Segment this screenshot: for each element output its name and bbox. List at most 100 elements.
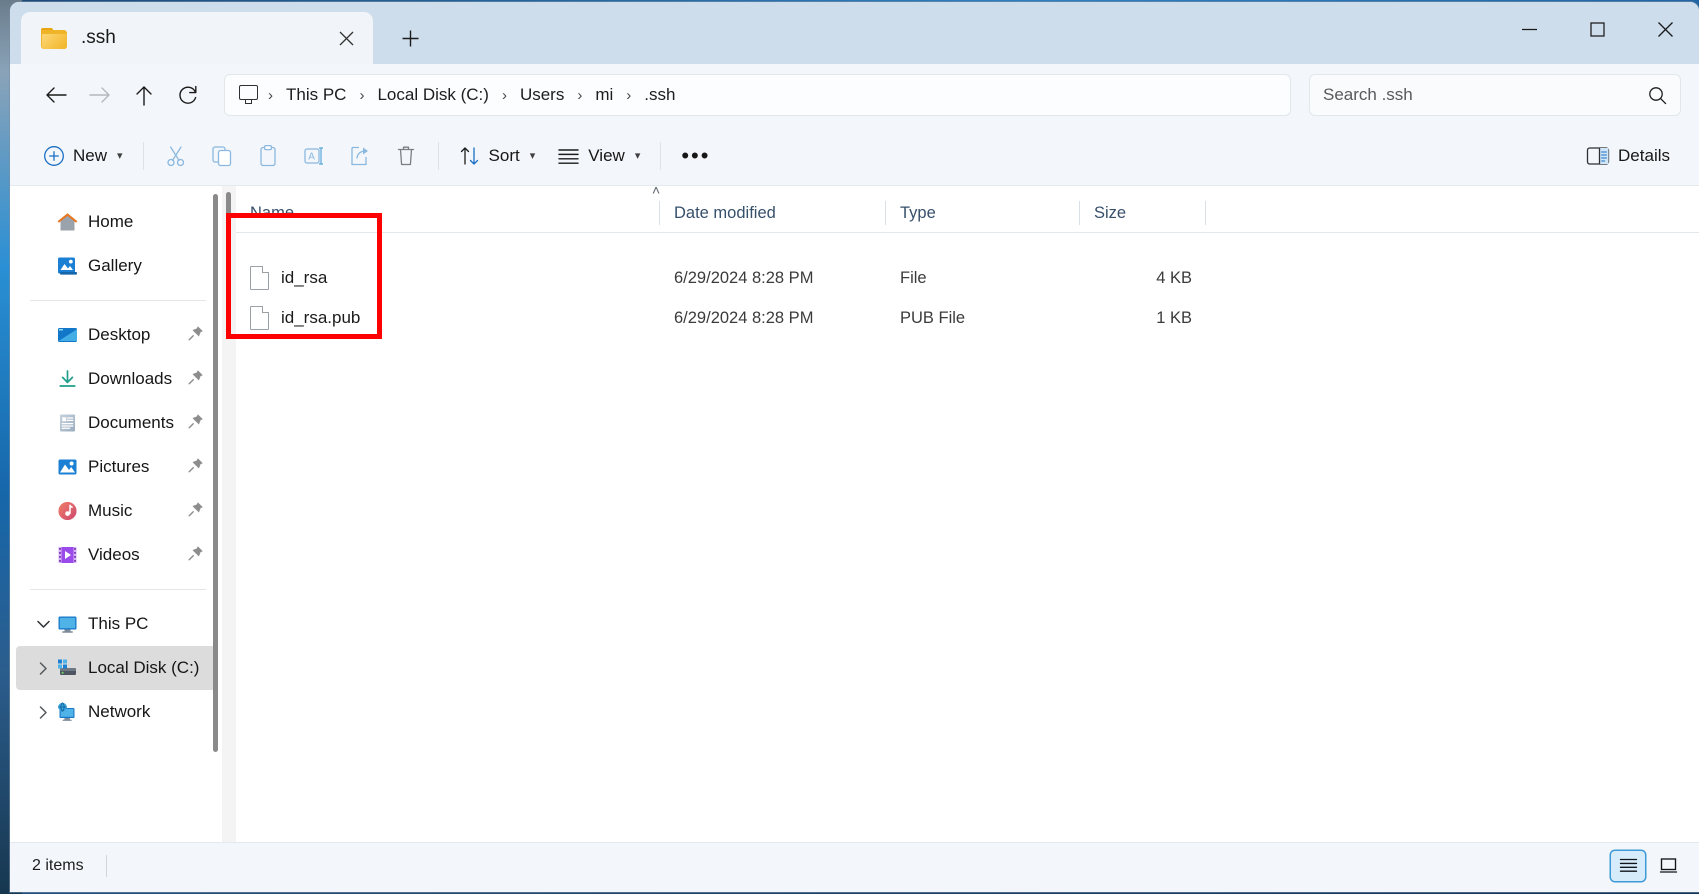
sidebar-item-network[interactable]: Network <box>16 690 216 734</box>
chevron-right-icon[interactable] <box>32 661 54 675</box>
pin-icon[interactable] <box>188 457 206 478</box>
pin-icon[interactable] <box>188 501 206 522</box>
pictures-icon <box>54 457 80 477</box>
sort-button[interactable]: Sort ▾ <box>448 136 547 176</box>
clipboard-icon <box>259 144 276 166</box>
folder-icon <box>41 27 67 49</box>
view-label: View <box>588 145 625 165</box>
maximize-button[interactable] <box>1563 2 1631 56</box>
sidebar-item-music[interactable]: Music <box>16 489 216 533</box>
details-pane-button[interactable]: Details <box>1575 136 1681 176</box>
sidebar-item-label: Network <box>88 702 151 721</box>
network-icon <box>54 702 80 722</box>
table-row[interactable]: id_rsa.pub 6/29/2024 8:28 PM PUB File 1 … <box>236 298 1699 338</box>
forward-button[interactable] <box>78 73 122 117</box>
sidebar-item-downloads[interactable]: Downloads <box>16 357 216 401</box>
sidebar-item-videos[interactable]: Videos <box>16 533 216 577</box>
pin-icon[interactable] <box>188 369 206 390</box>
sidebar-item-documents[interactable]: Documents <box>16 401 216 445</box>
more-options-button[interactable]: ••• <box>670 136 721 176</box>
close-tab-button[interactable] <box>329 21 363 55</box>
navigation-pane: Home Gallery Desktop Downloads Documents… <box>10 186 222 842</box>
sidebar-item-local-disk[interactable]: Local Disk (C:) <box>16 646 216 690</box>
file-icon <box>250 266 269 290</box>
sidebar-divider <box>30 300 206 301</box>
minimize-button[interactable] <box>1495 2 1563 56</box>
sidebar-item-label: Pictures <box>88 457 150 476</box>
search-input[interactable] <box>1323 85 1648 105</box>
sidebar-item-label: Gallery <box>88 256 142 275</box>
address-bar[interactable]: › This PC › Local Disk (C:) › Users › mi… <box>224 74 1291 116</box>
header-divider <box>236 232 1699 233</box>
breadcrumb-item-this-pc[interactable]: This PC <box>277 80 355 110</box>
sidebar-item-pictures[interactable]: Pictures <box>16 445 216 489</box>
new-tab-button[interactable] <box>389 17 431 59</box>
download-icon <box>54 369 80 389</box>
rename-button[interactable]: A <box>291 136 337 176</box>
column-header-type[interactable]: Type <box>886 194 1080 232</box>
chevron-down-icon: ▾ <box>634 150 641 162</box>
file-date-cell: 6/29/2024 8:28 PM <box>674 268 814 287</box>
breadcrumb-item-ssh[interactable]: .ssh <box>635 80 684 110</box>
pin-icon[interactable] <box>188 325 206 346</box>
sidebar-item-this-pc[interactable]: This PC <box>16 602 216 646</box>
search-box[interactable] <box>1309 74 1681 116</box>
copy-icon <box>211 145 231 166</box>
sort-label: Sort <box>488 145 520 165</box>
breadcrumb-item-users[interactable]: Users <box>511 80 573 110</box>
delete-button[interactable] <box>383 136 429 176</box>
copy-button[interactable] <box>199 136 245 176</box>
file-name: id_rsa <box>281 268 328 287</box>
table-row[interactable]: id_rsa 6/29/2024 8:28 PM File 4 KB <box>236 258 1699 298</box>
view-button[interactable]: View ▾ <box>546 136 651 176</box>
svg-text:A: A <box>308 151 315 162</box>
breadcrumb-item-local-disk[interactable]: Local Disk (C:) <box>368 80 497 110</box>
breadcrumb-separator: › <box>626 86 632 104</box>
close-button[interactable] <box>1631 2 1699 56</box>
sidebar-divider <box>30 589 206 590</box>
sidebar-item-home[interactable]: Home <box>16 200 216 244</box>
document-icon <box>54 413 80 433</box>
chevron-down-icon: ▾ <box>117 150 123 162</box>
sidebar-item-label: Videos <box>88 545 140 564</box>
back-button[interactable] <box>34 73 78 117</box>
view-icon <box>558 148 579 164</box>
chevron-right-icon[interactable] <box>32 705 54 719</box>
column-header-name[interactable]: Name <box>236 194 660 232</box>
divider <box>437 141 439 170</box>
column-header-date-modified[interactable]: Date modified <box>660 194 886 232</box>
details-view-toggle[interactable] <box>1611 850 1645 881</box>
file-name: id_rsa.pub <box>281 308 361 327</box>
breadcrumb-item-mi[interactable]: mi <box>586 80 622 110</box>
file-name-cell[interactable]: id_rsa <box>236 266 660 290</box>
new-button[interactable]: New ▾ <box>32 136 134 176</box>
search-icon <box>1649 86 1667 104</box>
details-label: Details <box>1618 145 1670 165</box>
divider <box>142 141 144 170</box>
sidebar-scrollbar[interactable] <box>213 194 218 752</box>
large-icons-view-toggle[interactable] <box>1651 851 1685 881</box>
pin-icon[interactable] <box>188 545 206 566</box>
item-count-label: 2 items <box>32 856 84 874</box>
tab-ssh[interactable]: .ssh <box>21 12 373 64</box>
new-label: New <box>73 145 108 165</box>
file-pane-scrollbar-thumb[interactable] <box>226 192 231 328</box>
pin-icon[interactable] <box>188 413 206 434</box>
sidebar-item-gallery[interactable]: Gallery <box>16 244 216 288</box>
breadcrumb-separator: › <box>268 86 273 104</box>
column-header-size[interactable]: Size <box>1080 194 1206 232</box>
paste-button[interactable] <box>245 136 291 176</box>
chevron-down-icon: ▾ <box>529 150 536 162</box>
sort-icon <box>460 146 478 165</box>
up-button[interactable] <box>122 73 166 117</box>
tile-view-icon <box>1659 858 1677 873</box>
cut-button[interactable] <box>153 136 199 176</box>
file-pane-scrollbar-track[interactable] <box>222 186 236 842</box>
refresh-button[interactable] <box>166 73 210 117</box>
status-bar: 2 items <box>10 842 1699 888</box>
breadcrumb-separator: › <box>501 86 507 104</box>
file-name-cell[interactable]: id_rsa.pub <box>236 306 660 330</box>
chevron-down-icon[interactable] <box>32 620 54 629</box>
share-button[interactable] <box>337 136 383 176</box>
sidebar-item-desktop[interactable]: Desktop <box>16 313 216 357</box>
